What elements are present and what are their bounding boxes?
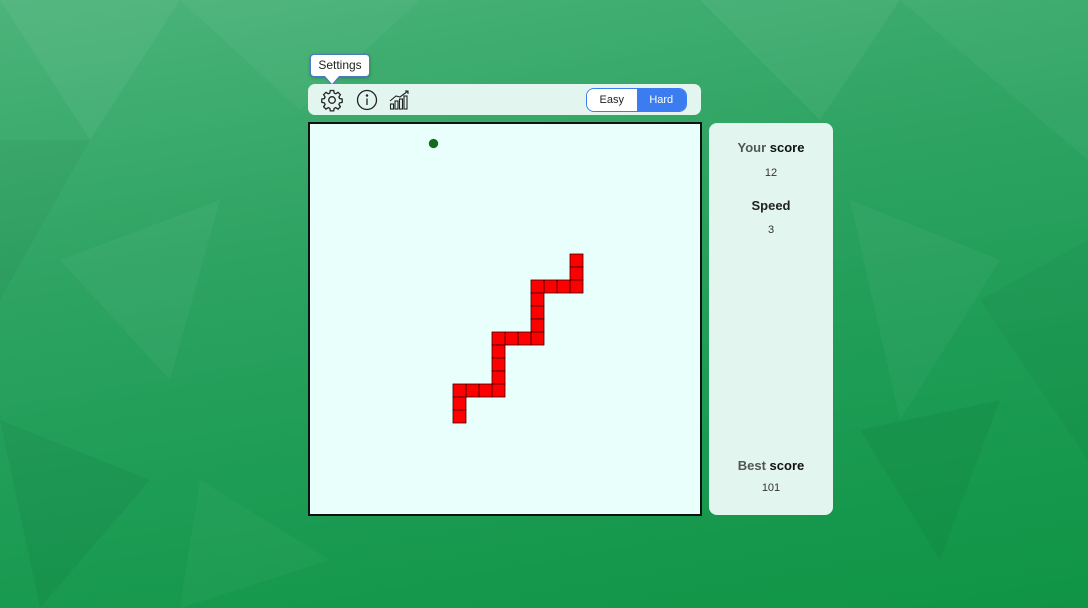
snake-segment (569, 279, 584, 294)
snake-segment (452, 396, 467, 411)
your-score-value: 12 (764, 167, 778, 179)
gear-icon[interactable] (320, 88, 344, 112)
speed-label: Speed (751, 198, 791, 213)
snake-segment (491, 331, 506, 346)
speed-value: 3 (767, 224, 775, 236)
snake-segment (491, 344, 506, 359)
food-pellet (428, 138, 439, 149)
snake-segment (543, 279, 558, 294)
game-canvas (428, 138, 584, 424)
info-icon[interactable] (355, 88, 379, 112)
toolbar: Easy Hard (308, 84, 701, 115)
difficulty-toggle[interactable]: Easy Hard (586, 88, 687, 112)
snake-segment (452, 409, 467, 424)
score-panel: Your score 12 Speed 3 Best score 101 (709, 123, 833, 515)
snake-segment (530, 279, 545, 294)
chart-icon[interactable] (388, 88, 412, 112)
snake-segment (478, 383, 493, 398)
best-score-value: 101 (761, 482, 781, 494)
snake-segment (491, 383, 506, 398)
snake-segment (530, 331, 545, 346)
hard-mode-button[interactable]: Hard (636, 89, 686, 111)
snake-segment (530, 305, 545, 320)
easy-mode-button[interactable]: Easy (587, 89, 637, 111)
snake-segment (569, 266, 584, 281)
snake-segment (491, 357, 506, 372)
snake-segment (530, 292, 545, 307)
snake-segment (452, 383, 467, 398)
game-board[interactable] (308, 122, 702, 516)
settings-tooltip: Settings (310, 54, 370, 86)
your-score-label: Your score (737, 140, 805, 155)
best-score-label: Best score (737, 458, 805, 473)
snake-segment (504, 331, 519, 346)
snake-segment (530, 318, 545, 333)
snake-segment (556, 279, 571, 294)
snake-segment (491, 370, 506, 385)
snake-head (569, 253, 584, 268)
snake-segment (465, 383, 480, 398)
snake-segment (517, 331, 532, 346)
